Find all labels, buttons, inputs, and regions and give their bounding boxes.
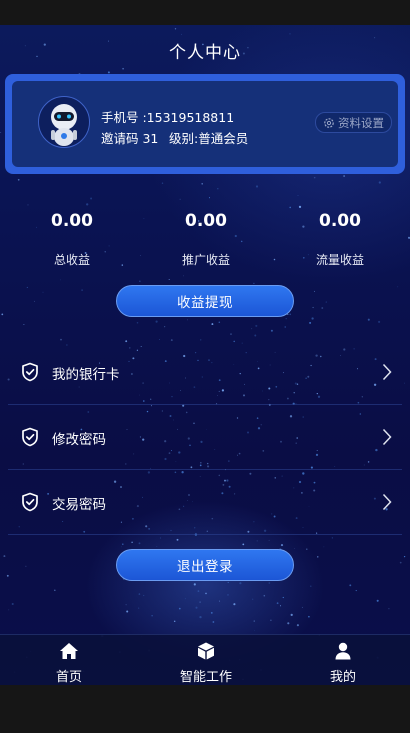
bottom-tab-bar: 首页 智能工作 我的 bbox=[0, 634, 410, 685]
tab-home[interactable]: 首页 bbox=[19, 635, 119, 685]
settings-menu: 我的银行卡 修改密码 交易密码 bbox=[0, 340, 410, 535]
earnings-stats: 0.00 总收益 0.00 推广收益 0.00 流量收益 bbox=[0, 208, 410, 278]
stat-value: 0.00 bbox=[185, 211, 227, 231]
menu-item-trade-password[interactable]: 交易密码 bbox=[8, 470, 402, 535]
robot-avatar-icon bbox=[51, 104, 77, 146]
tab-label: 智能工作 bbox=[179, 670, 232, 685]
profile-card: 手机号 :15319518811 邀请码 31 级别:普通会员 资料设置 bbox=[5, 74, 405, 174]
stat-label: 推广收益 bbox=[181, 253, 230, 267]
phone-number: 手机号 :15319518811 bbox=[101, 110, 235, 125]
profile-card-inner: 手机号 :15319518811 邀请码 31 级别:普通会员 资料设置 bbox=[12, 81, 398, 167]
tab-smart-work[interactable]: 智能工作 bbox=[156, 635, 256, 685]
page-header: 个人中心 bbox=[0, 25, 410, 75]
stat-traffic-earnings: 0.00 流量收益 bbox=[280, 208, 400, 268]
menu-item-label: 交易密码 bbox=[52, 497, 106, 513]
menu-item-change-password[interactable]: 修改密码 bbox=[8, 405, 402, 470]
profile-settings-label: 资料设置 bbox=[338, 115, 384, 130]
user-icon bbox=[335, 642, 351, 660]
cube-icon bbox=[198, 642, 214, 660]
home-icon bbox=[60, 643, 78, 659]
withdraw-button[interactable]: 收益提现 bbox=[116, 285, 294, 317]
chevron-right-icon bbox=[382, 493, 392, 511]
menu-item-bank-card[interactable]: 我的银行卡 bbox=[8, 340, 402, 405]
app-screen: 个人中心 手机号 :15319518811 邀请码 31 级别:普通会员 资料设… bbox=[0, 25, 410, 685]
shield-check-icon bbox=[22, 427, 38, 447]
avatar[interactable] bbox=[38, 96, 90, 148]
stat-label: 总收益 bbox=[53, 253, 90, 267]
logout-button[interactable]: 退出登录 bbox=[116, 549, 294, 581]
stat-value: 0.00 bbox=[51, 211, 93, 231]
tab-label: 我的 bbox=[329, 670, 356, 685]
invite-code: 邀请码 31 bbox=[101, 131, 159, 146]
tab-me[interactable]: 我的 bbox=[293, 635, 393, 685]
profile-settings-button[interactable]: 资料设置 bbox=[315, 112, 392, 133]
member-level: 级别:普通会员 bbox=[169, 131, 249, 146]
stat-value: 0.00 bbox=[319, 211, 361, 231]
page-title: 个人中心 bbox=[169, 42, 241, 63]
stat-promotion-earnings: 0.00 推广收益 bbox=[146, 208, 266, 268]
stat-total-earnings: 0.00 总收益 bbox=[12, 208, 132, 268]
gear-icon bbox=[324, 117, 334, 128]
menu-item-label: 修改密码 bbox=[52, 432, 106, 448]
menu-item-label: 我的银行卡 bbox=[52, 367, 120, 383]
shield-check-icon bbox=[22, 492, 38, 512]
shield-check-icon bbox=[22, 362, 38, 382]
stat-label: 流量收益 bbox=[315, 253, 364, 267]
chevron-right-icon bbox=[382, 428, 392, 446]
chevron-right-icon bbox=[382, 363, 392, 381]
tab-label: 首页 bbox=[55, 670, 82, 685]
